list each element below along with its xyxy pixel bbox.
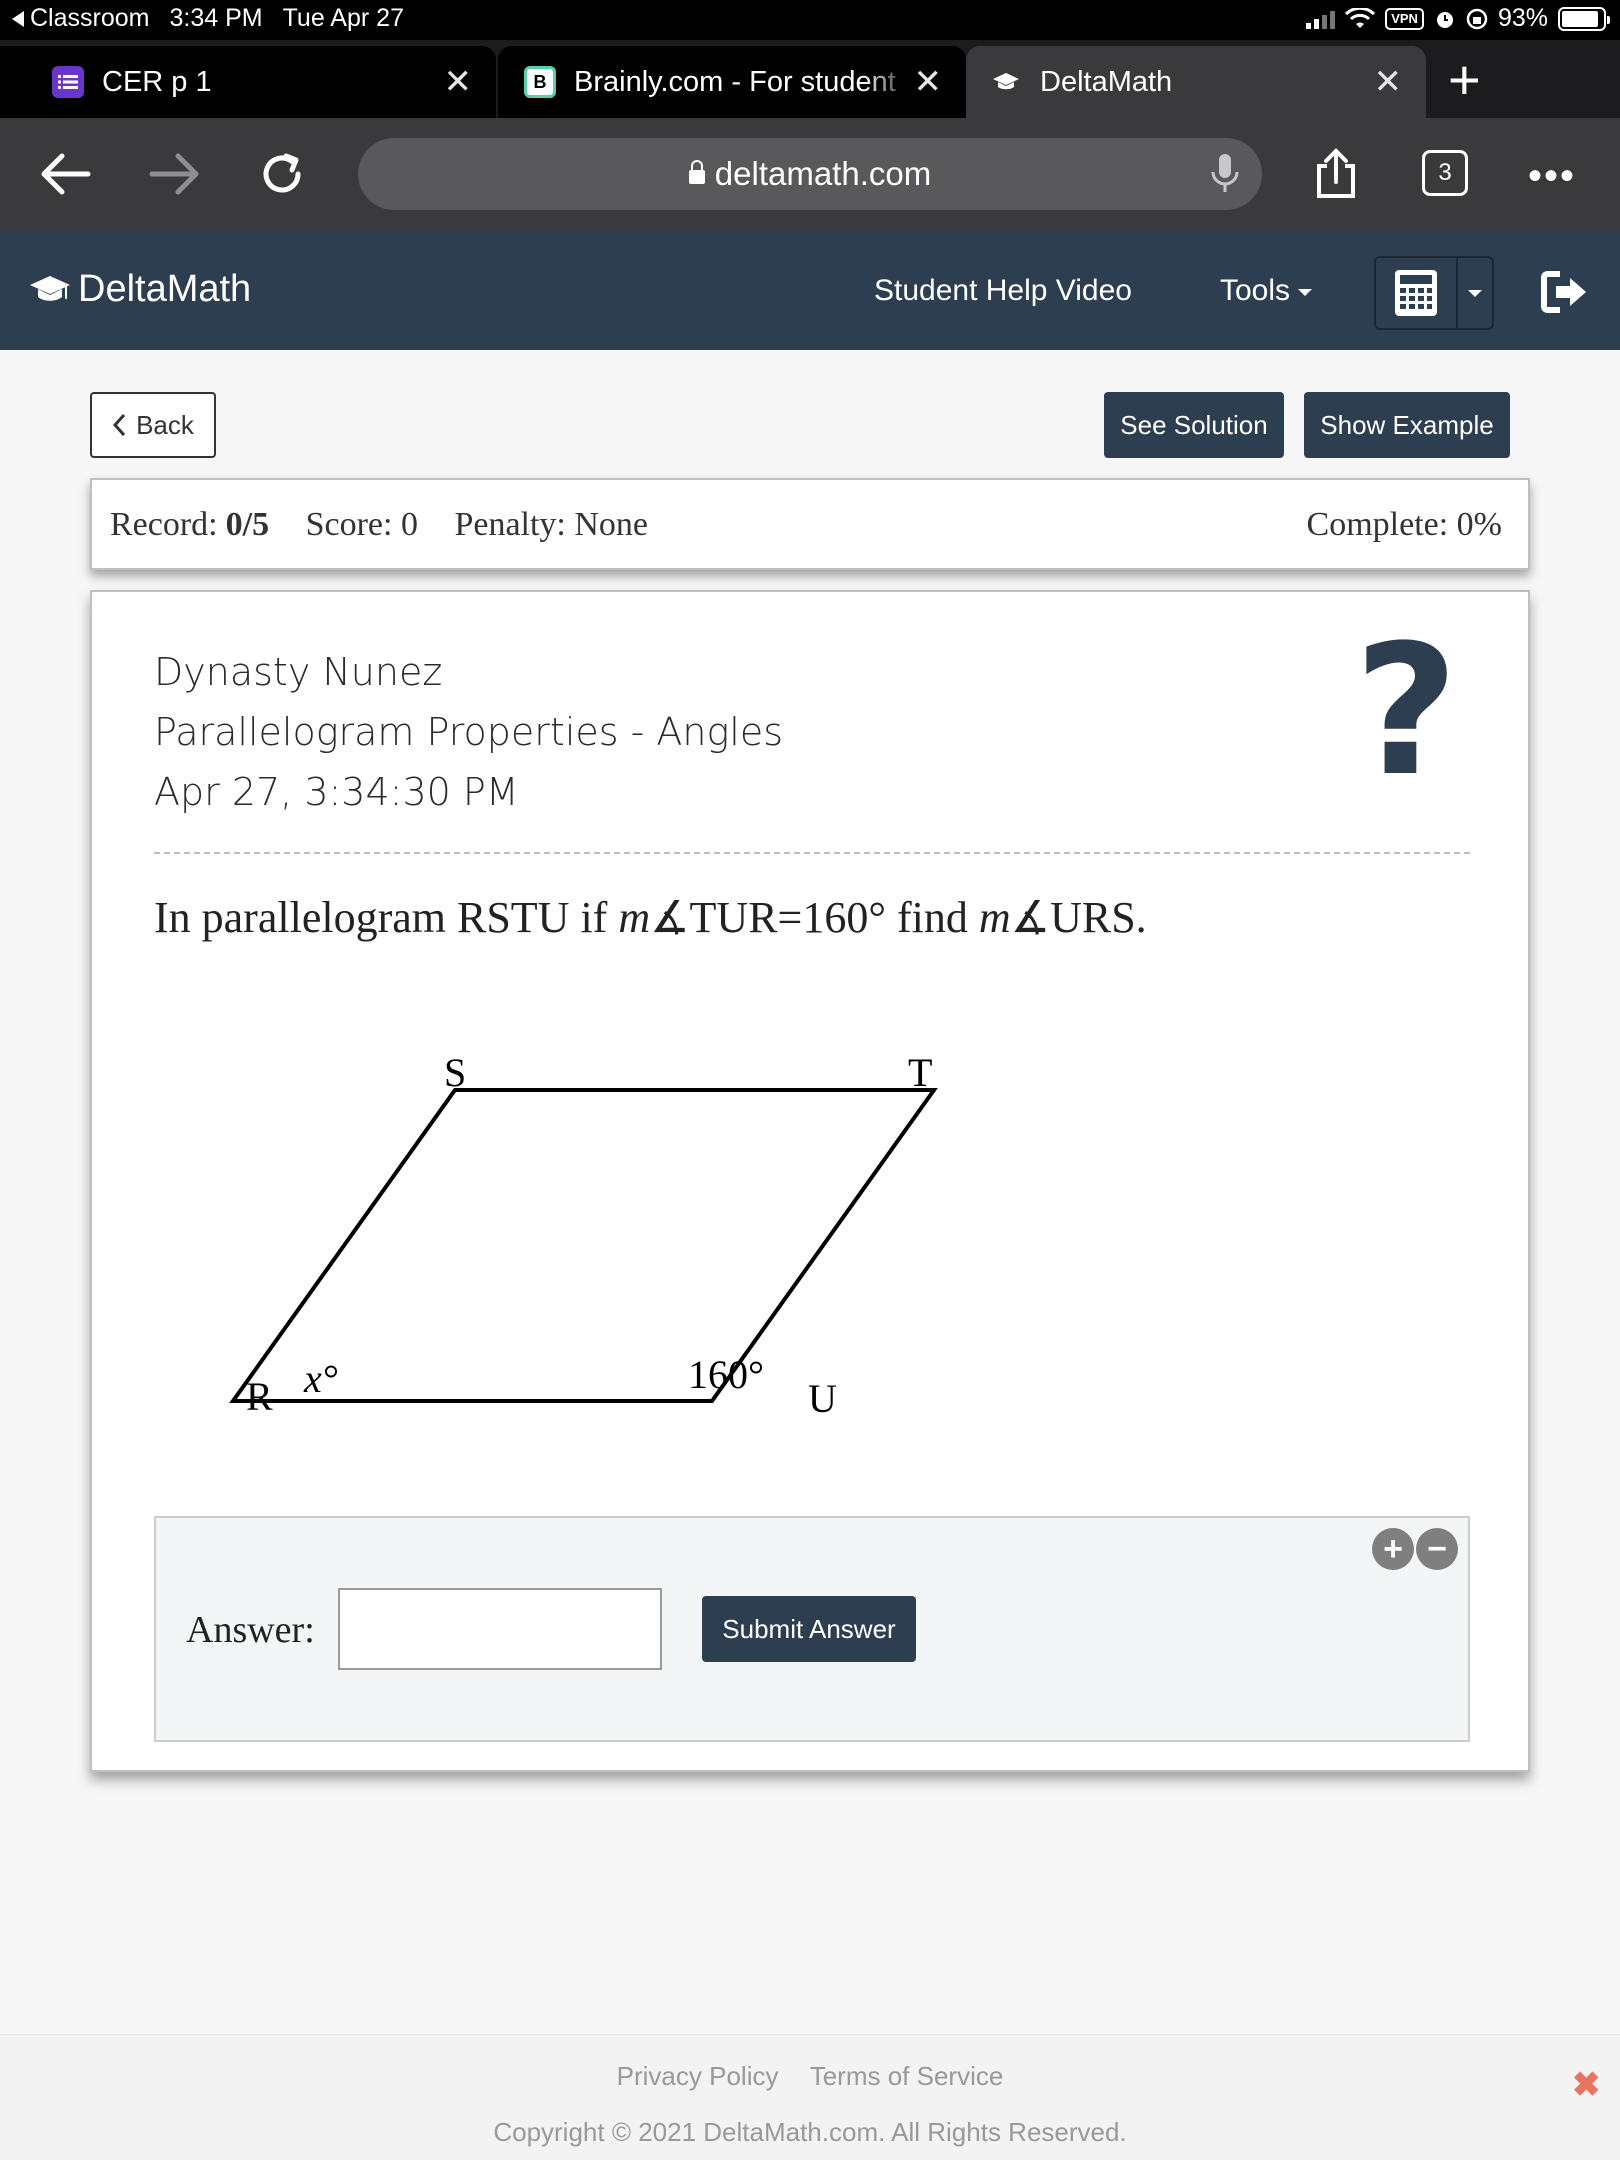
answer-area: + − Answer: Submit Answer bbox=[154, 1516, 1470, 1742]
tab-brainly[interactable]: B Brainly.com - For student ✕ bbox=[498, 46, 966, 118]
penalty-stat: Penalty: None bbox=[454, 506, 649, 543]
problem-topic: Parallelogram Properties - Angles bbox=[154, 710, 784, 754]
parallelogram-shape bbox=[229, 1088, 938, 1403]
privacy-policy-link[interactable]: Privacy Policy bbox=[617, 2061, 779, 2091]
back-button[interactable]: Back bbox=[90, 392, 216, 458]
logo-text: DeltaMath bbox=[78, 268, 252, 310]
back-button-label: Back bbox=[136, 409, 194, 440]
status-time: 3:34 PM bbox=[169, 4, 263, 32]
chevron-left-icon bbox=[113, 413, 126, 437]
list-icon bbox=[52, 66, 84, 98]
graduation-cap-icon bbox=[990, 66, 1022, 98]
angle-label-r: x° bbox=[303, 1356, 338, 1401]
alarm-icon bbox=[1436, 11, 1453, 28]
show-example-button[interactable]: Show Example bbox=[1304, 392, 1510, 458]
vertex-label-t: T bbox=[908, 1050, 932, 1095]
logout-icon[interactable] bbox=[1540, 270, 1588, 319]
graduation-cap-icon bbox=[30, 275, 70, 301]
tab-title: Brainly.com - For student bbox=[574, 65, 896, 98]
url-text: deltamath.com bbox=[714, 155, 932, 192]
record-label: Record: bbox=[110, 506, 218, 543]
problem-card: Dynasty Nunez Parallelogram Properties -… bbox=[90, 590, 1530, 1772]
parallelogram-diagram: S T R U x° 160° bbox=[229, 1050, 938, 1421]
calculator-icon bbox=[1376, 258, 1458, 328]
browser-tab-bar: CER p 1 ✕ B Brainly.com - For student ✕ … bbox=[0, 40, 1620, 118]
vertex-label-s: S bbox=[444, 1050, 466, 1095]
tools-dropdown[interactable]: Tools bbox=[1220, 274, 1313, 308]
wifi-icon bbox=[1345, 7, 1376, 28]
question-pre: In parallelogram RSTU if bbox=[154, 893, 619, 942]
calculator-button[interactable] bbox=[1374, 256, 1494, 330]
complete-stat: Complete: 0% bbox=[1306, 506, 1502, 543]
close-tab-icon[interactable]: ✕ bbox=[444, 62, 473, 102]
lock-icon bbox=[688, 160, 705, 184]
target-angle: ∡URS. bbox=[1010, 893, 1147, 942]
deltamath-logo[interactable]: DeltaMath bbox=[28, 268, 251, 311]
url-bar[interactable]: deltamath.com bbox=[358, 138, 1262, 210]
student-name: Dynasty Nunez bbox=[154, 650, 443, 694]
question-mid: find bbox=[885, 893, 979, 942]
score-stat: Score: 0 bbox=[305, 506, 418, 543]
tab-title: CER p 1 bbox=[102, 65, 212, 98]
share-icon[interactable] bbox=[1306, 144, 1366, 204]
footer: Privacy Policy Terms of Service Copyrigh… bbox=[0, 2034, 1620, 2160]
close-footer-icon[interactable]: ✖ bbox=[1572, 2065, 1601, 2105]
record-stat: Record: 0/5 bbox=[110, 506, 269, 543]
problem-meta: Dynasty Nunez Parallelogram Properties -… bbox=[154, 642, 783, 822]
tab-cer-p1[interactable]: CER p 1 ✕ bbox=[0, 46, 496, 118]
student-help-video-link[interactable]: Student Help Video bbox=[874, 274, 1132, 308]
given-angle: ∡TUR=160° bbox=[650, 893, 886, 942]
brainly-b-icon: B bbox=[524, 66, 556, 98]
measure-symbol: m bbox=[618, 893, 651, 942]
vertex-label-r: R bbox=[246, 1374, 273, 1419]
cellular-signal-icon bbox=[1306, 9, 1336, 29]
battery-icon bbox=[1558, 6, 1610, 31]
new-tab-button[interactable]: + bbox=[1448, 52, 1481, 108]
submit-answer-button[interactable]: Submit Answer bbox=[702, 1596, 916, 1662]
divider bbox=[154, 852, 1470, 854]
forward-arrow-icon[interactable] bbox=[144, 144, 204, 204]
caret-down-icon bbox=[1298, 289, 1313, 296]
back-arrow-icon[interactable] bbox=[36, 144, 96, 204]
back-app-label: Classroom bbox=[30, 4, 150, 32]
help-question-mark-icon[interactable]: ? bbox=[1354, 622, 1458, 802]
problem-timestamp: Apr 27, 3:34:30 PM bbox=[154, 770, 519, 814]
zoom-in-icon[interactable]: + bbox=[1372, 1528, 1414, 1570]
record-value: 0/5 bbox=[225, 506, 270, 543]
zoom-controls: + − bbox=[1372, 1528, 1458, 1570]
copyright-text: Copyright © 2021 DeltaMath.com. All Righ… bbox=[493, 2117, 1127, 2147]
zoom-out-icon[interactable]: − bbox=[1416, 1528, 1458, 1570]
battery-percent: 93% bbox=[1497, 4, 1548, 32]
angle-label-u: 160° bbox=[688, 1352, 764, 1397]
close-tab-icon[interactable]: ✕ bbox=[1374, 62, 1403, 102]
microphone-icon[interactable] bbox=[1210, 152, 1240, 204]
terms-of-service-link[interactable]: Terms of Service bbox=[810, 2061, 1004, 2091]
question-text: In parallelogram RSTU if m∡TUR=160° find… bbox=[154, 892, 1147, 943]
answer-label: Answer: bbox=[186, 1609, 315, 1651]
vpn-badge: VPN bbox=[1385, 7, 1424, 30]
status-bar: Classroom 3:34 PM Tue Apr 27 VPN 93% bbox=[0, 0, 1620, 40]
measure-symbol: m bbox=[978, 893, 1011, 942]
back-triangle-icon bbox=[12, 10, 24, 27]
record-bar: Record: 0/5 Score: 0 Penalty: None Comple… bbox=[90, 478, 1530, 570]
close-tab-icon[interactable]: ✕ bbox=[914, 62, 943, 102]
calculator-dropdown-caret-icon[interactable] bbox=[1458, 258, 1492, 328]
back-to-app[interactable]: Classroom bbox=[12, 4, 149, 33]
more-menu-icon[interactable]: ••• bbox=[1528, 154, 1576, 199]
deltamath-header: DeltaMath Student Help Video Tools bbox=[0, 230, 1620, 350]
reload-icon[interactable] bbox=[252, 144, 312, 204]
browser-nav-bar: deltamath.com 3 ••• bbox=[0, 118, 1620, 230]
tab-count-button[interactable]: 3 bbox=[1422, 150, 1468, 196]
tools-label: Tools bbox=[1220, 274, 1291, 307]
tab-title: DeltaMath bbox=[1040, 65, 1173, 98]
answer-input[interactable] bbox=[338, 1588, 662, 1670]
see-solution-button[interactable]: See Solution bbox=[1104, 392, 1284, 458]
tab-deltamath[interactable]: DeltaMath ✕ bbox=[966, 46, 1426, 118]
vertex-label-u: U bbox=[808, 1376, 837, 1421]
status-date: Tue Apr 27 bbox=[282, 4, 404, 32]
orientation-lock-icon bbox=[1466, 8, 1488, 29]
